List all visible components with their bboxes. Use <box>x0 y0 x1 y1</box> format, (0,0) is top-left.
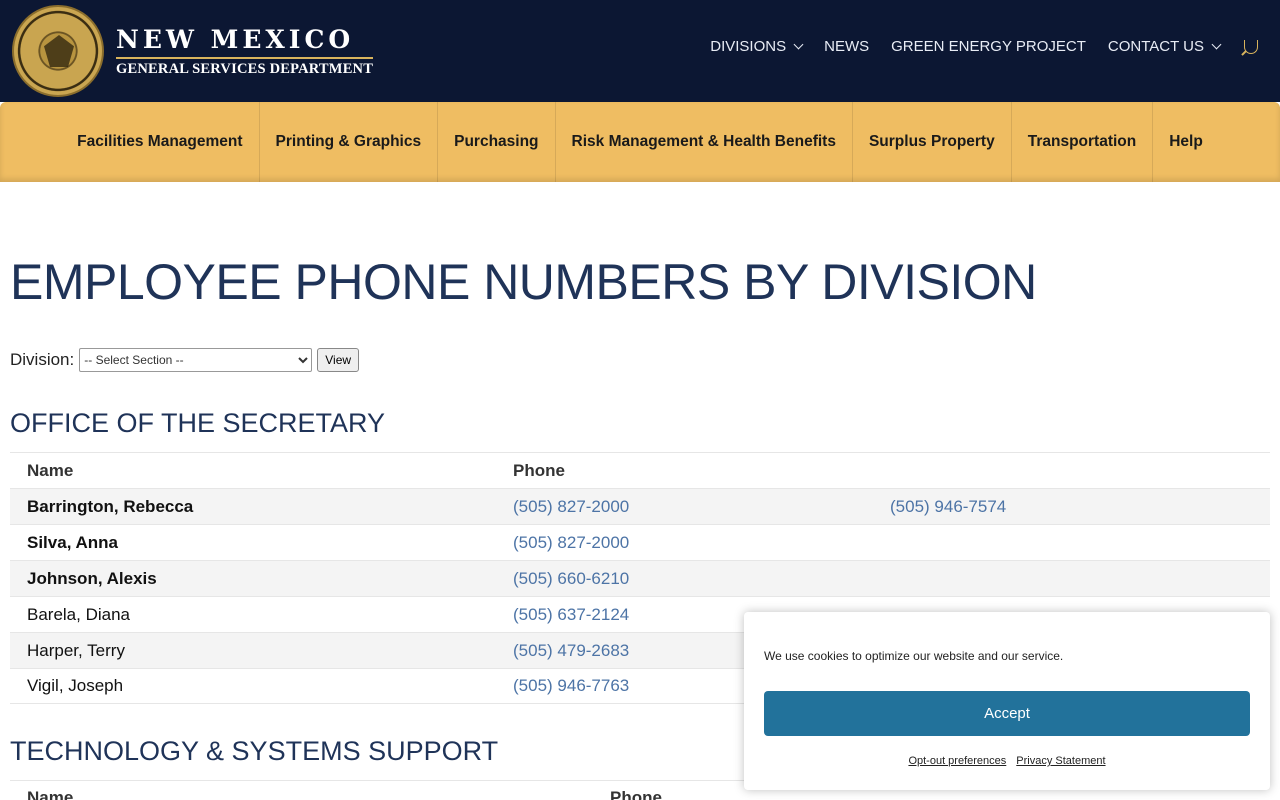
table-row: Silva, Anna (505) 827-2000 <box>10 524 1270 560</box>
nav-news[interactable]: NEWS <box>824 38 869 55</box>
search-icon[interactable] <box>1244 39 1258 54</box>
table-row: Johnson, Alexis (505) 660-6210 <box>10 560 1270 596</box>
division-risk-management[interactable]: Risk Management & Health Benefits <box>556 102 853 182</box>
chevron-down-icon <box>1211 39 1222 49</box>
phone-link-secondary[interactable]: (505) 946-7574 <box>890 497 1006 517</box>
section-title: OFFICE OF THE SECRETARY <box>10 408 386 438</box>
phone-link[interactable]: (505) 660-6210 <box>513 569 890 589</box>
filter-label: Division: <box>10 350 75 369</box>
table-row: Barrington, Rebecca (505) 827-2000 (505)… <box>10 488 1270 524</box>
division-printing-graphics[interactable]: Printing & Graphics <box>260 102 439 182</box>
page-title: EMPLOYEE PHONE NUMBERS BY DIVISION <box>10 254 1037 310</box>
main-nav: DIVISIONS NEWS GREEN ENERGY PROJECT CONT… <box>688 38 1258 55</box>
division-filter: Division: -- Select Section -- View <box>10 348 360 372</box>
employee-name: Barrington, Rebecca <box>27 496 194 516</box>
cookie-message: We use cookies to optimize our website a… <box>764 649 1064 663</box>
logo-subtitle: GENERAL SERVICES DEPARTMENT <box>116 60 374 77</box>
division-facilities-management[interactable]: Facilities Management <box>61 102 260 182</box>
privacy-statement-link[interactable]: Privacy Statement <box>1016 755 1105 767</box>
column-header-name: Name <box>27 460 74 480</box>
view-button[interactable]: View <box>317 348 360 372</box>
employee-name: Silva, Anna <box>27 532 119 552</box>
cookie-links: Opt-out preferences Privacy Statement <box>744 755 1270 767</box>
phone-link[interactable]: (505) 827-2000 <box>513 497 890 517</box>
site-header: NEW MEXICO GENERAL SERVICES DEPARTMENT D… <box>0 0 1280 102</box>
column-header-name: Name <box>27 788 74 800</box>
state-seal-icon <box>12 5 104 97</box>
phone-link[interactable]: (505) 827-2000 <box>513 533 890 553</box>
employee-name: Johnson, Alexis <box>27 568 157 588</box>
employee-name: Harper, Terry <box>27 640 125 660</box>
division-select[interactable]: -- Select Section -- <box>79 348 313 372</box>
logo-title: NEW MEXICO <box>116 25 374 59</box>
column-header-phone: Phone <box>513 460 565 480</box>
nav-contact-us[interactable]: CONTACT US <box>1108 38 1222 55</box>
cookie-banner: We use cookies to optimize our website a… <box>744 612 1270 790</box>
nav-divisions[interactable]: DIVISIONS <box>710 38 804 55</box>
accept-cookies-button[interactable]: Accept <box>764 691 1250 736</box>
division-purchasing[interactable]: Purchasing <box>438 102 556 182</box>
section-title: TECHNOLOGY & SYSTEMS SUPPORT <box>10 736 499 766</box>
employee-name: Vigil, Joseph <box>27 676 124 695</box>
site-logo[interactable]: NEW MEXICO GENERAL SERVICES DEPARTMENT <box>12 5 374 97</box>
table-header-row: Name Phone <box>10 452 1270 488</box>
division-transportation[interactable]: Transportation <box>1012 102 1154 182</box>
opt-out-preferences-link[interactable]: Opt-out preferences <box>908 755 1006 767</box>
division-help[interactable]: Help <box>1153 102 1219 182</box>
employee-name: Barela, Diana <box>27 604 131 624</box>
division-surplus-property[interactable]: Surplus Property <box>853 102 1012 182</box>
nav-green-energy-project[interactable]: GREEN ENERGY PROJECT <box>891 38 1086 55</box>
division-nav: Facilities Management Printing & Graphic… <box>0 102 1280 182</box>
chevron-down-icon <box>793 39 804 49</box>
